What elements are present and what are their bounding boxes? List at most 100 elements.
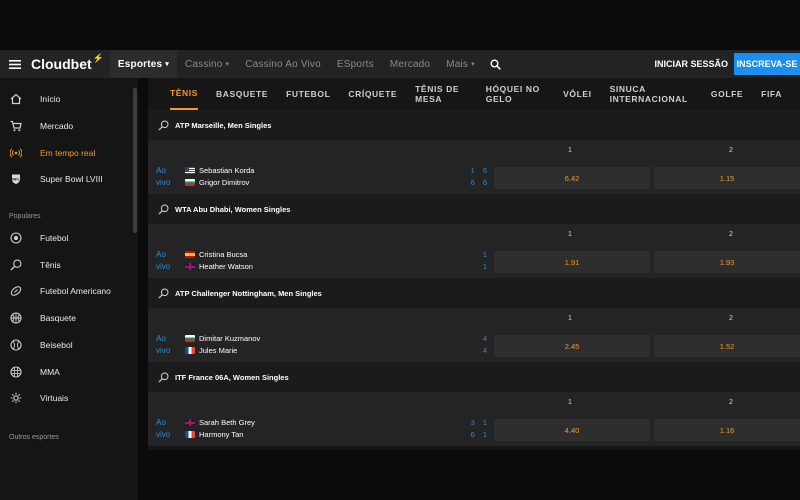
nav-mais[interactable]: Mais ▾: [438, 50, 483, 78]
sidebar-item-beisebol[interactable]: Beisebol: [0, 332, 138, 359]
tab-hoquei-no-gelo[interactable]: HÓQUEI NO GELO: [486, 78, 545, 110]
nav-mercado[interactable]: Mercado: [382, 50, 438, 78]
mma-icon: [10, 365, 22, 378]
tab-tenis-de-mesa[interactable]: TÊNIS DE MESA: [415, 78, 468, 110]
sidebar-item-mma[interactable]: MMA: [0, 358, 138, 385]
col-label-away: 2: [729, 399, 733, 406]
tab-basquete[interactable]: BASQUETE: [216, 78, 268, 110]
gb-flag-icon: [185, 419, 195, 426]
es-flag-icon: [185, 251, 195, 258]
col-label-home: 1: [568, 315, 572, 322]
player-row: Dimitar Kuzmanov: [185, 334, 260, 343]
player-row: Heather Watson: [185, 262, 253, 271]
sidebar-item-virtuais[interactable]: Virtuais: [0, 385, 138, 412]
basketball-icon: [10, 312, 22, 324]
live-events-panel: TÊNIS BASQUETE FUTEBOL CRÍQUETE TÊNIS DE…: [148, 78, 800, 450]
player-name: Dimitar Kuzmanov: [199, 334, 261, 343]
odds-button-home[interactable]: 1.91: [494, 251, 650, 273]
sidebar-item-label: Início: [40, 94, 61, 105]
top-navbar: Cloudbet ⚡ Esportes ▾ Cassino ▾ Cassino Ao …: [0, 50, 800, 78]
sidebar-item-tenis[interactable]: Tênis: [0, 251, 138, 278]
svg-text:NFL: NFL: [12, 177, 20, 182]
odds-button-away[interactable]: 1.52: [654, 335, 800, 357]
odds-button-home[interactable]: 4.40: [494, 419, 650, 441]
nav-cassino[interactable]: Cassino ▾: [177, 50, 237, 78]
brand-name: Cloudbet: [31, 56, 92, 72]
sidebar-item-em-tempo-real[interactable]: Em tempo real: [0, 139, 138, 166]
player-row: Cristina Bucsa: [185, 250, 247, 259]
player-name: Heather Watson: [199, 262, 253, 271]
nav-cassino-ao-vivo[interactable]: Cassino Ao Vivo: [237, 50, 329, 78]
event-title: ATP Challenger Nottingham, Men Singles: [175, 288, 322, 298]
event-row[interactable]: 1 2 Ao vivo Sarah Beth Grey Harmony Tan …: [148, 392, 800, 446]
login-button[interactable]: INICIAR SESSÃO: [654, 50, 728, 78]
nav-label: Esportes: [117, 58, 163, 70]
american-football-icon: [10, 285, 22, 297]
chevron-down-icon: ▾: [225, 61, 230, 68]
menu-icon[interactable]: [0, 50, 30, 78]
event-row[interactable]: 1 2 Ao vivo Cristina Bucsa Heather Watso…: [148, 224, 800, 278]
sidebar-scrollbar[interactable]: [133, 88, 137, 233]
event-row[interactable]: 1 2 Ao vivo Sebastian Korda Grigor Dimit…: [148, 140, 800, 194]
live-label: vivo: [156, 430, 171, 439]
tab-volei[interactable]: VÔLEI: [563, 78, 592, 110]
live-label: vivo: [156, 262, 171, 271]
tab-fifa[interactable]: FIFA: [761, 78, 782, 110]
nav-label: Cassino Ao Vivo: [245, 58, 321, 70]
soccer-ball-icon: [10, 232, 22, 244]
chevron-down-icon: ▾: [165, 61, 169, 68]
col-label-home: 1: [568, 231, 572, 238]
tab-sinuca[interactable]: SINUCA INTERNACIONAL: [610, 78, 693, 110]
event-row[interactable]: 1 2 Ao vivo Dimitar Kuzmanov Jules Marie…: [148, 308, 800, 362]
tab-futebol[interactable]: FUTEBOL: [286, 78, 330, 110]
baseball-icon: [10, 339, 22, 351]
odds-button-away[interactable]: 1.93: [654, 251, 800, 273]
player-score: 1: [482, 250, 490, 259]
tennis-racket-icon: [10, 259, 22, 271]
tab-tenis[interactable]: TÊNIS: [170, 78, 199, 110]
player-name: Harmony Tan: [199, 430, 244, 439]
tab-criquete[interactable]: CRÍQUETE: [348, 78, 397, 110]
event-header[interactable]: WTA Abu Dhabi, Women Singles: [148, 194, 800, 224]
tennis-racket-icon: [158, 372, 169, 383]
sidebar: Início Mercado Em tempo real NFL Super B…: [0, 78, 138, 500]
nav-esports[interactable]: ESports: [329, 50, 382, 78]
sidebar-item-super-bowl[interactable]: NFL Super Bowl LVIII: [0, 166, 138, 193]
top-blank-area: [0, 0, 800, 50]
player-name: Grigor Dimitrov: [199, 178, 250, 187]
player-name: Sebastian Korda: [199, 166, 255, 175]
event-header[interactable]: ITF France 06A, Women Singles: [148, 362, 800, 392]
sidebar-item-basquete[interactable]: Basquete: [0, 305, 138, 332]
sidebar-item-label: Basquete: [40, 313, 76, 324]
sidebar-item-inicio[interactable]: Início: [0, 86, 138, 113]
signup-button[interactable]: INSCREVA-SE: [734, 53, 800, 75]
brand-logo[interactable]: Cloudbet ⚡: [31, 53, 104, 73]
player-name: Sarah Beth Grey: [199, 418, 255, 427]
col-label-away: 2: [729, 147, 733, 154]
col-label-home: 1: [568, 399, 572, 406]
event-title: WTA Abu Dhabi, Women Singles: [175, 204, 291, 214]
nav-esportes[interactable]: Esportes ▾: [109, 50, 177, 78]
player-score: 4: [482, 334, 490, 343]
event-header[interactable]: ATP Marseille, Men Singles: [148, 110, 800, 140]
player-score: 6 1: [470, 430, 490, 439]
live-label: Ao: [156, 250, 166, 259]
player-name: Cristina Bucsa: [199, 250, 248, 259]
sidebar-item-futebol[interactable]: Futebol: [0, 225, 138, 252]
odds-button-home[interactable]: 2.45: [494, 335, 650, 357]
odds-button-away[interactable]: 1.16: [654, 419, 800, 441]
tab-golfe[interactable]: GOLFE: [711, 78, 743, 110]
sidebar-item-mercado[interactable]: Mercado: [0, 113, 138, 140]
odds-button-home[interactable]: 6.42: [494, 167, 650, 189]
sidebar-item-label: Futebol Americano: [40, 286, 111, 297]
sidebar-item-label: Futebol: [40, 233, 69, 244]
player-name: Jules Marie: [199, 346, 238, 355]
cart-icon: [10, 120, 22, 132]
player-row: Harmony Tan: [185, 430, 243, 439]
col-label-home: 1: [568, 147, 572, 154]
sidebar-item-futebol-americano[interactable]: Futebol Americano: [0, 278, 138, 305]
event-header[interactable]: ATP Challenger Nottingham, Men Singles: [148, 278, 800, 308]
sidebar-item-label: Mercado: [40, 121, 74, 132]
odds-button-away[interactable]: 1.15: [654, 167, 800, 189]
search-icon[interactable]: [483, 50, 509, 78]
